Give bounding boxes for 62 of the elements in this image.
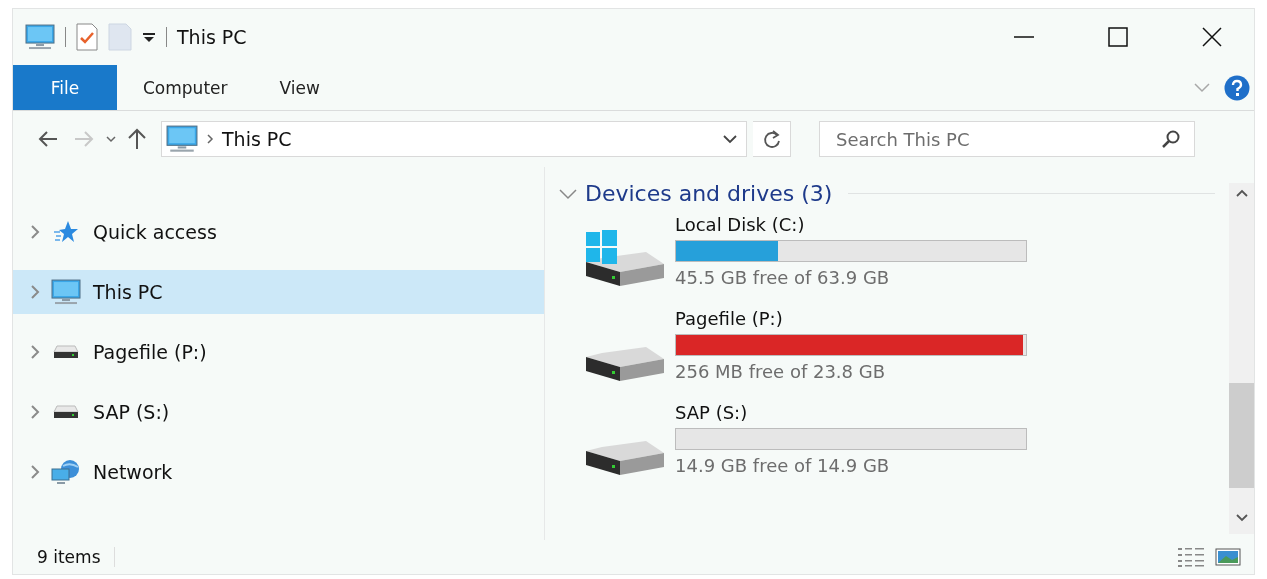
drive-name: Local Disk (C:) [675, 214, 806, 235]
free-space-text: 256 MB free of 23.8 GB [675, 361, 887, 382]
network-icon [51, 458, 81, 486]
recent-locations-icon[interactable] [105, 135, 117, 143]
chevron-icon[interactable] [29, 225, 41, 239]
chevron-icon[interactable] [29, 405, 41, 419]
free-space-text: 14.9 GB free of 14.9 GB [675, 455, 891, 476]
drive-name: SAP (S:) [675, 402, 749, 423]
help-icon[interactable] [1224, 74, 1250, 101]
large-icons-view-icon[interactable] [1214, 546, 1242, 568]
refresh-button[interactable] [753, 121, 791, 157]
close-icon [1202, 27, 1222, 47]
refresh-icon [762, 129, 781, 149]
ribbon-tab[interactable]: View [253, 65, 346, 110]
search-field[interactable]: Search This PC [819, 121, 1195, 157]
hard-drive-icon [585, 346, 665, 382]
sidebar-item[interactable]: Pagefile (P:) [13, 330, 544, 374]
breadcrumb-chevron-icon[interactable] [206, 133, 214, 145]
sidebar-label: Network [93, 461, 173, 483]
computer-icon [51, 278, 81, 306]
group-heading[interactable]: Devices and drives (3) [585, 181, 833, 206]
computer-icon [25, 23, 55, 51]
minimize-icon [1014, 36, 1034, 38]
collapse-chevron-icon[interactable] [559, 187, 577, 200]
left-arrow-icon [37, 130, 59, 148]
sidebar-label: Quick access [93, 221, 217, 243]
chevron-icon[interactable] [29, 465, 41, 479]
sidebar-label: Pagefile (P:) [93, 341, 207, 363]
sidebar-item[interactable]: SAP (S:) [13, 390, 544, 434]
chevron-icon[interactable] [29, 345, 41, 359]
ribbon-tab[interactable]: Computer [117, 65, 254, 110]
window-title: This PC [177, 26, 247, 48]
free-space-text: 45.5 GB free of 63.9 GB [675, 267, 891, 288]
up-arrow-icon [127, 128, 147, 150]
star-icon [53, 220, 79, 244]
dropdown-icon[interactable] [142, 31, 156, 43]
sidebar-item[interactable]: Network [13, 450, 544, 494]
address-bar[interactable]: This PC [161, 121, 747, 157]
ribbon-tab[interactable]: File [13, 65, 117, 110]
chevron-icon[interactable] [29, 285, 41, 299]
chevron-down-icon[interactable] [722, 134, 738, 144]
drive-tile[interactable]: SAP (S:) 14.9 GB free of 14.9 GB [559, 402, 1027, 482]
scrollbar[interactable] [1229, 183, 1254, 534]
scroll-thumb[interactable] [1229, 383, 1254, 488]
details-view-icon[interactable] [1176, 546, 1206, 568]
drive-tile[interactable]: Pagefile (P:) 256 MB free of 23.8 GB [559, 308, 1027, 388]
checked-document-icon[interactable] [76, 23, 98, 51]
search-icon[interactable] [1161, 129, 1181, 149]
item-count: 9 items [37, 547, 116, 567]
drive-tile[interactable]: Local Disk (C:) 45.5 GB free of 63.9 GB [559, 214, 1027, 294]
sidebar-item[interactable]: Quick access [13, 210, 544, 254]
hard-drive-icon [585, 440, 665, 476]
maximize-icon [1108, 27, 1128, 47]
sidebar-label: This PC [93, 281, 163, 303]
hard-drive-icon [585, 228, 665, 288]
right-arrow-icon [73, 130, 95, 148]
drive-name: Pagefile (P:) [675, 308, 784, 329]
sidebar-label: SAP (S:) [93, 401, 170, 423]
drive-icon [53, 345, 79, 359]
computer-icon [166, 125, 198, 153]
sidebar-item[interactable]: This PC [13, 270, 544, 314]
drive-icon [53, 405, 79, 419]
